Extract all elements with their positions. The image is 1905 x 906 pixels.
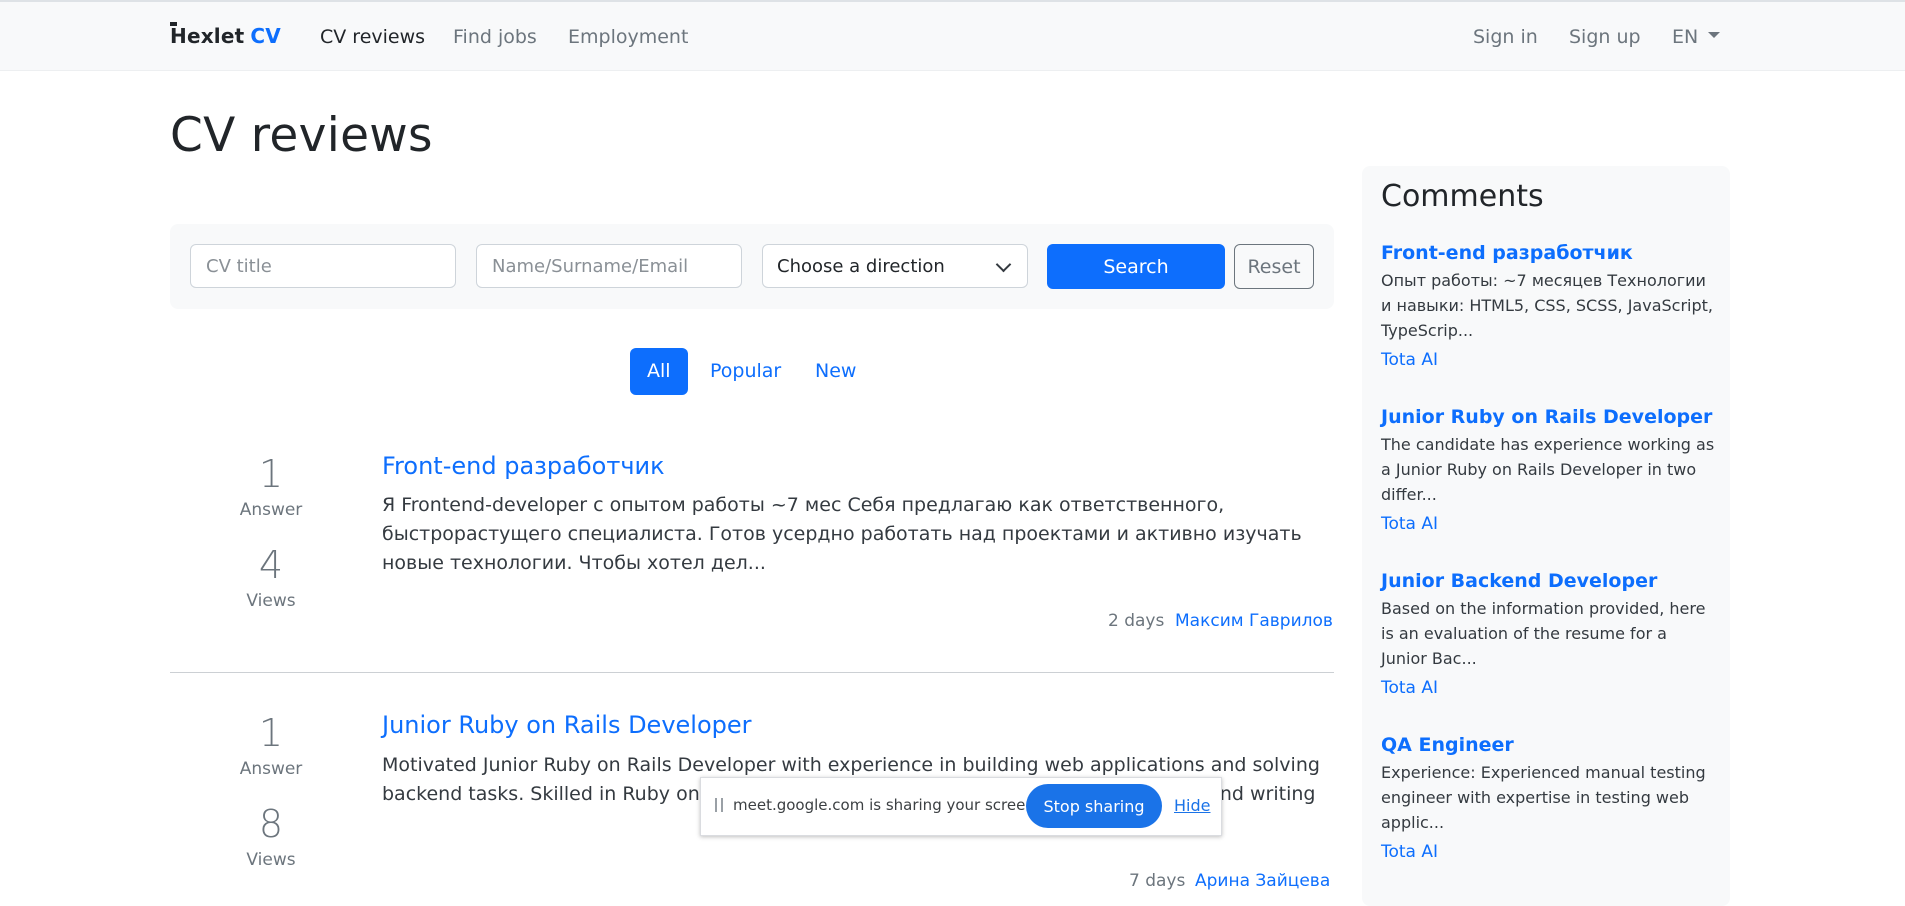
drag-handle-icon[interactable] bbox=[715, 798, 724, 812]
answers-count: 1 bbox=[258, 452, 284, 496]
comment-excerpt: The candidate has experience working as … bbox=[1381, 435, 1715, 504]
comments-title: Comments bbox=[1381, 179, 1544, 214]
search-button[interactable]: Search bbox=[1047, 244, 1225, 289]
comment-excerpt: Based on the information provided, here … bbox=[1381, 599, 1706, 668]
comment-author-link[interactable]: Tota AI bbox=[1381, 678, 1438, 698]
filter-tab-new[interactable]: New bbox=[798, 348, 873, 395]
sign-in-link[interactable]: Sign in bbox=[1473, 26, 1538, 48]
views-count: 4 bbox=[258, 543, 284, 587]
views-label: Views bbox=[246, 591, 296, 611]
brand-logo[interactable]: Hexlet CV bbox=[170, 24, 281, 48]
comment-author-link[interactable]: Tota AI bbox=[1381, 350, 1438, 370]
brand-suffix: CV bbox=[250, 24, 281, 48]
review-age: 2 days bbox=[1108, 611, 1165, 631]
name-email-input[interactable] bbox=[476, 244, 742, 288]
screen-share-message: meet.google.com is sharing your screen. bbox=[733, 796, 1040, 814]
nav-link-cv-reviews[interactable]: CV reviews bbox=[320, 26, 425, 48]
comment-excerpt: Опыт работы: ~7 месяцев Технологии и нав… bbox=[1381, 271, 1713, 340]
filter-tab-popular[interactable]: Popular bbox=[693, 348, 798, 395]
review-age: 7 days bbox=[1129, 871, 1186, 891]
answers-label: Answer bbox=[239, 759, 303, 779]
answers-count: 1 bbox=[258, 711, 284, 755]
stop-sharing-button[interactable]: Stop sharing bbox=[1026, 784, 1162, 828]
review-title-link[interactable]: Junior Ruby on Rails Developer bbox=[382, 711, 752, 739]
language-label: EN bbox=[1672, 26, 1699, 48]
review-author-link[interactable]: Арина Зайцева bbox=[1195, 871, 1330, 891]
comment-author-link[interactable]: Tota AI bbox=[1381, 514, 1438, 534]
search-form: Choose a direction Search Reset bbox=[170, 224, 1334, 309]
top-navbar: Hexlet CV CV reviews Find jobs Employment… bbox=[0, 2, 1905, 71]
review-divider bbox=[170, 672, 1334, 673]
chevron-down-icon bbox=[995, 256, 1012, 273]
page-title: CV reviews bbox=[170, 108, 433, 163]
comment-title-link[interactable]: Front-end разработчик bbox=[1381, 242, 1633, 264]
comment-title-link[interactable]: Junior Backend Developer bbox=[1381, 570, 1657, 592]
comment-title-link[interactable]: Junior Ruby on Rails Developer bbox=[1381, 406, 1712, 428]
cv-title-input[interactable] bbox=[190, 244, 456, 288]
nav-link-employment[interactable]: Employment bbox=[568, 26, 688, 48]
sign-up-link[interactable]: Sign up bbox=[1569, 26, 1641, 48]
hide-share-bar-link[interactable]: Hide bbox=[1174, 796, 1210, 815]
reset-button[interactable]: Reset bbox=[1234, 244, 1314, 289]
views-count: 8 bbox=[258, 802, 284, 846]
nav-link-find-jobs[interactable]: Find jobs bbox=[453, 26, 537, 48]
direction-select-value: Choose a direction bbox=[777, 256, 945, 277]
caret-down-icon bbox=[1708, 31, 1721, 38]
comment-author-link[interactable]: Tota AI bbox=[1381, 842, 1438, 862]
review-title-link[interactable]: Front-end разработчик bbox=[382, 452, 665, 480]
review-author-link[interactable]: Максим Гаврилов bbox=[1175, 611, 1333, 631]
comment-title-link[interactable]: QA Engineer bbox=[1381, 734, 1514, 756]
brand-name: Hexlet bbox=[170, 24, 245, 48]
screen-share-bar: meet.google.com is sharing your screen. … bbox=[700, 777, 1222, 836]
filter-tab-all[interactable]: All bbox=[630, 348, 688, 395]
language-dropdown[interactable]: EN bbox=[1672, 26, 1721, 48]
review-excerpt: Я Frontend-developer с опытом работы ~7 … bbox=[382, 494, 1302, 574]
brand-mark-icon bbox=[170, 22, 177, 26]
answers-label: Answer bbox=[239, 500, 303, 520]
comment-excerpt: Experience: Experienced manual testing e… bbox=[1381, 763, 1706, 832]
views-label: Views bbox=[246, 850, 296, 870]
direction-select[interactable]: Choose a direction bbox=[762, 244, 1028, 288]
